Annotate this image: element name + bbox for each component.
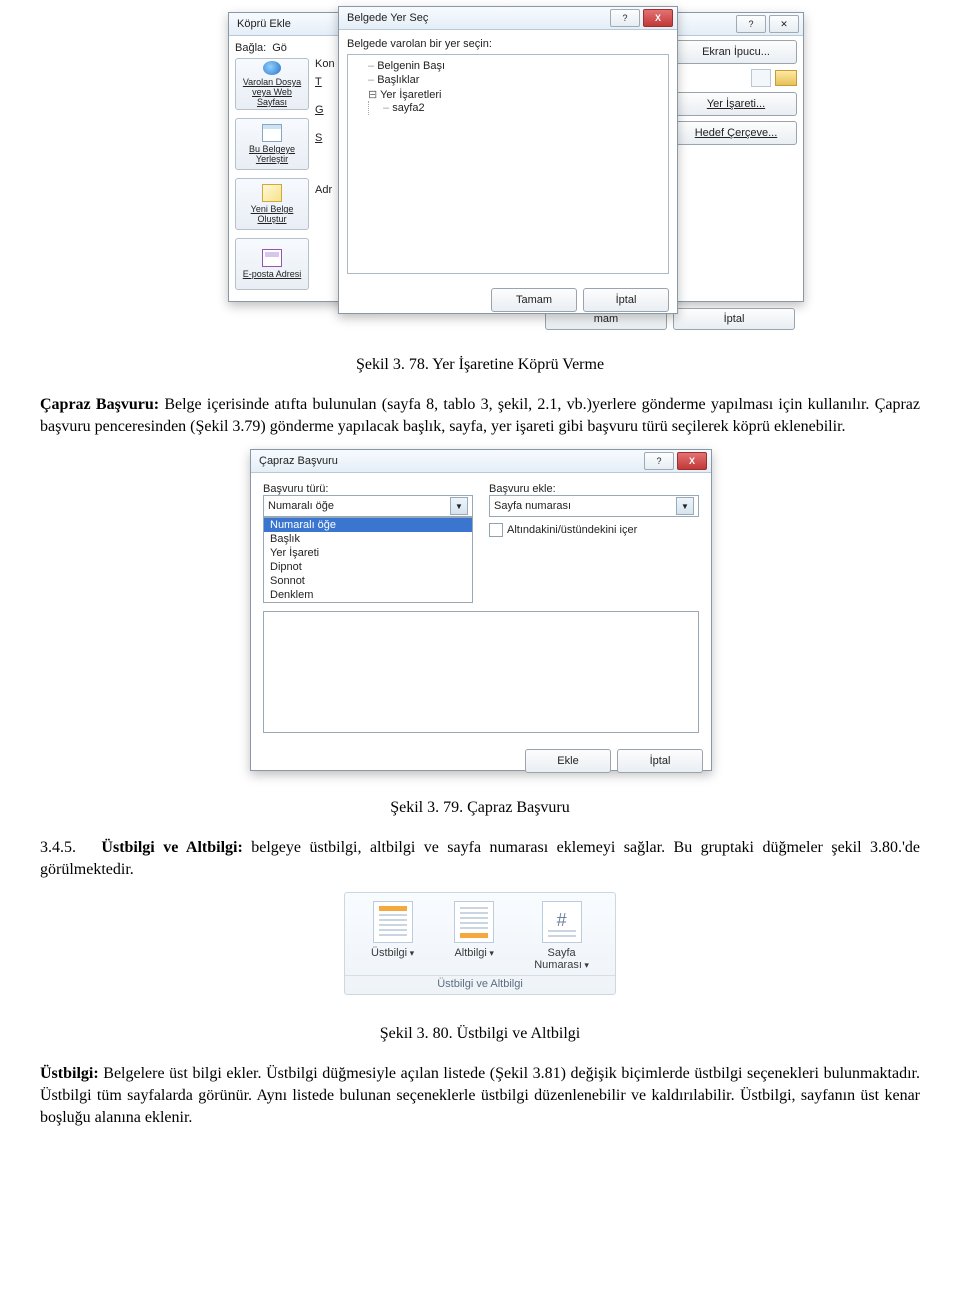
section-3-4-5: 3.4.5. Üstbilgi ve Altbilgi: belgeye üst… xyxy=(40,837,920,880)
link-existing-file[interactable]: Varolan Dosya veya Web Sayfası xyxy=(235,58,309,110)
checkbox-icon xyxy=(489,523,503,537)
ref-type-combo[interactable]: Numaralı öğe ▼ xyxy=(263,495,473,517)
hyperlink-dialog-title: Köprü Ekle xyxy=(237,18,291,30)
page-number-icon xyxy=(542,901,582,943)
folder-open-icon[interactable] xyxy=(775,70,797,86)
ribbon-group-label: Üstbilgi ve Altbilgi xyxy=(345,975,615,994)
list-item[interactable]: Numaralı öğe xyxy=(264,518,472,532)
crossref-target-list[interactable] xyxy=(263,611,699,733)
link-email[interactable]: E-posta Adresi xyxy=(235,238,309,290)
ok-button[interactable]: Tamam xyxy=(491,288,577,312)
insert-button[interactable]: Ekle xyxy=(525,749,611,773)
lookin-combo-slice[interactable] xyxy=(751,69,771,87)
display-label: Gö xyxy=(272,42,287,54)
place-prompt: Belgede varolan bir yer seçin: xyxy=(347,38,669,50)
link-new-document[interactable]: Yeni Belge Oluştur xyxy=(235,178,309,230)
help-icon[interactable]: ? xyxy=(610,9,640,27)
globe-icon xyxy=(263,61,281,75)
list-item[interactable]: Yer İşareti xyxy=(264,546,472,560)
new-doc-icon xyxy=(262,184,282,202)
cancel-button[interactable]: İptal xyxy=(673,308,795,330)
close-icon[interactable]: X xyxy=(643,9,673,27)
figure-caption-80: Şekil 3. 80. Üstbilgi ve Altbilgi xyxy=(40,1025,920,1043)
lookin-label: Kon xyxy=(315,58,335,70)
header-icon xyxy=(373,901,413,943)
list-item[interactable]: Dipnot xyxy=(264,560,472,574)
figure-3-79: Çapraz Başvuru ? X Başvuru türü: Numaral… xyxy=(250,449,710,769)
figure-3-78: Köprü Ekle Bağla: Gö Varolan Dosya veya … xyxy=(40,6,920,326)
bookmark-button[interactable]: Yer İşareti... xyxy=(675,92,797,116)
close-icon[interactable]: X xyxy=(677,452,707,470)
insert-ref-combo[interactable]: Sayfa numarası ▼ xyxy=(489,495,699,517)
footer-icon xyxy=(454,901,494,943)
mail-icon xyxy=(262,249,282,267)
link-to-label: Bağla: xyxy=(235,42,266,54)
cancel-button[interactable]: İptal xyxy=(583,288,669,312)
hyperlink-right-slice: ? ✕ Ekran İpucu... Yer İşareti... Hedef … xyxy=(672,12,804,302)
tree-bookmark-sayfa2[interactable]: sayfa2 xyxy=(383,101,662,115)
figure-3-80-ribbon-group: Üstbilgi Altbilgi SayfaNumarası Üstbilgi… xyxy=(344,892,616,995)
link-place-in-doc[interactable]: Bu Belgeye Yerleştir xyxy=(235,118,309,170)
tree-top-of-doc[interactable]: Belgenin Başı xyxy=(368,59,662,73)
crossref-title: Çapraz Başvuru xyxy=(259,455,338,467)
screentip-button[interactable]: Ekran İpucu... xyxy=(675,40,797,64)
paragraph-crossref: Çapraz Başvuru: Belge içerisinde atıfta … xyxy=(40,394,920,437)
cancel-button[interactable]: İptal xyxy=(617,749,703,773)
document-icon xyxy=(262,124,282,142)
insert-ref-label: Başvuru ekle: xyxy=(489,483,699,495)
tree-headings[interactable]: Başlıklar xyxy=(368,73,662,87)
target-frame-button[interactable]: Hedef Çerçeve... xyxy=(675,121,797,145)
figure-caption-78: Şekil 3. 78. Yer İşaretine Köprü Verme xyxy=(40,356,920,374)
chevron-down-icon: ▼ xyxy=(676,497,694,515)
list-item[interactable]: Sonnot xyxy=(264,574,472,588)
tree-bookmarks[interactable]: Yer İşaretleri sayfa2 xyxy=(368,87,662,116)
ref-type-label: Başvuru türü: xyxy=(263,483,473,495)
paragraph-header: Üstbilgi: Belgelere üst bilgi ekler. Üst… xyxy=(40,1063,920,1128)
help-icon[interactable]: ? xyxy=(736,15,766,33)
header-button[interactable]: Üstbilgi xyxy=(371,901,414,971)
footer-button[interactable]: Altbilgi xyxy=(454,901,494,971)
list-item[interactable]: Başlık xyxy=(264,532,472,546)
chevron-down-icon: ▼ xyxy=(450,497,468,515)
close-icon[interactable]: ✕ xyxy=(769,15,799,33)
place-dialog-title: Belgede Yer Seç xyxy=(347,12,428,24)
place-tree[interactable]: Belgenin Başı Başlıklar Yer İşaretleri s… xyxy=(347,54,669,274)
place-in-document-dialog: Belgede Yer Seç ? X Belgede varolan bir … xyxy=(338,6,678,314)
include-above-below-checkbox[interactable]: Altındakini/üstündekini içer xyxy=(489,523,699,537)
figure-caption-79: Şekil 3. 79. Çapraz Başvuru xyxy=(40,799,920,817)
list-item[interactable]: Denklem xyxy=(264,588,472,602)
page-number-button[interactable]: SayfaNumarası xyxy=(534,901,589,971)
ref-type-list[interactable]: Numaralı öğe Başlık Yer İşareti Dipnot S… xyxy=(263,517,473,603)
help-icon[interactable]: ? xyxy=(644,452,674,470)
